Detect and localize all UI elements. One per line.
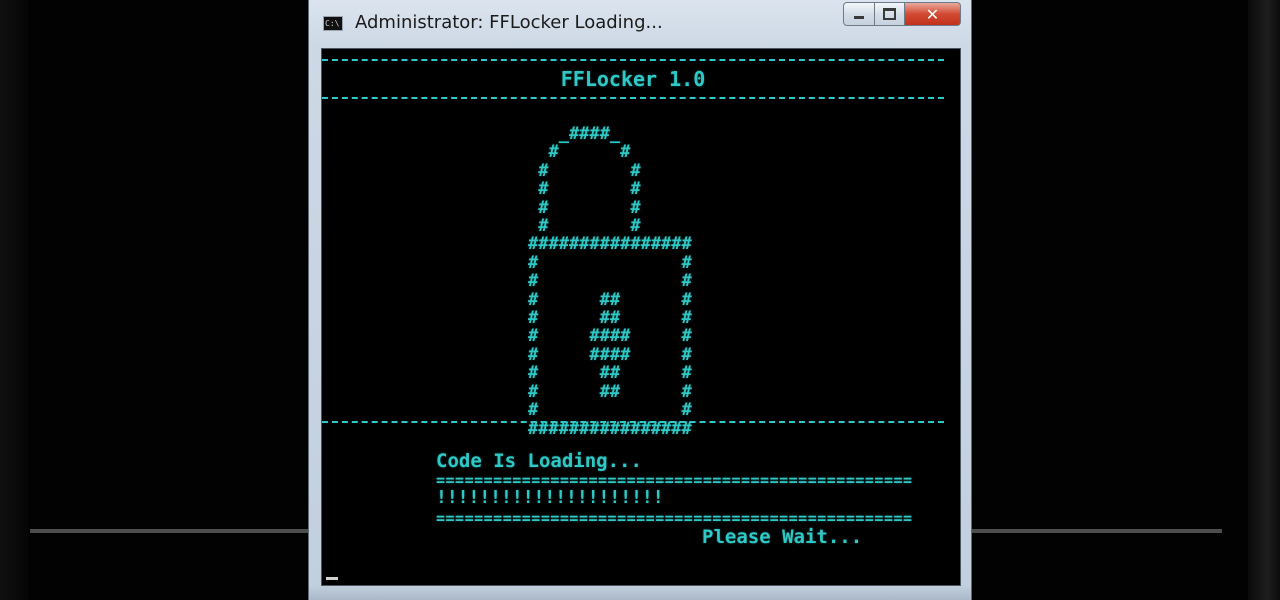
console-output[interactable]: FFLocker 1.0 _####_ # # # # # # # # # # … [321, 48, 961, 586]
app-title: FFLocker 1.0 [560, 67, 706, 91]
please-wait-text: Please Wait... [702, 526, 863, 548]
separator-line [322, 97, 944, 99]
close-button[interactable]: ✕ [905, 2, 961, 26]
maximize-icon [883, 8, 896, 20]
maximize-button[interactable] [875, 2, 905, 26]
separator-line [322, 59, 944, 61]
caption-buttons: ✕ [843, 2, 961, 28]
minimize-icon [854, 15, 864, 19]
progress-fill: !!!!!!!!!!!!!!!!!!!!! [436, 487, 664, 508]
window-title: Administrator: FFLocker Loading... [355, 12, 663, 33]
close-icon: ✕ [925, 4, 940, 24]
console-window[interactable]: C:\ Administrator: FFLocker Loading... ✕… [308, 0, 972, 600]
window-frame-bottom [309, 586, 971, 600]
video-frame-left-edge [0, 0, 28, 600]
separator-line [322, 421, 944, 423]
ascii-lock-art: _####_ # # # # # # # # # # #############… [528, 124, 692, 439]
loading-label: Code Is Loading... [436, 450, 642, 472]
text-cursor [326, 577, 338, 580]
title-bar[interactable]: C:\ Administrator: FFLocker Loading... ✕ [309, 0, 971, 48]
progress-border-bottom: ========================================… [436, 509, 913, 527]
minimize-button[interactable] [843, 2, 875, 26]
console-icon[interactable]: C:\ [323, 16, 343, 31]
desktop-background: C:\ Administrator: FFLocker Loading... ✕… [0, 0, 1280, 600]
video-frame-right-edge [1248, 0, 1280, 600]
